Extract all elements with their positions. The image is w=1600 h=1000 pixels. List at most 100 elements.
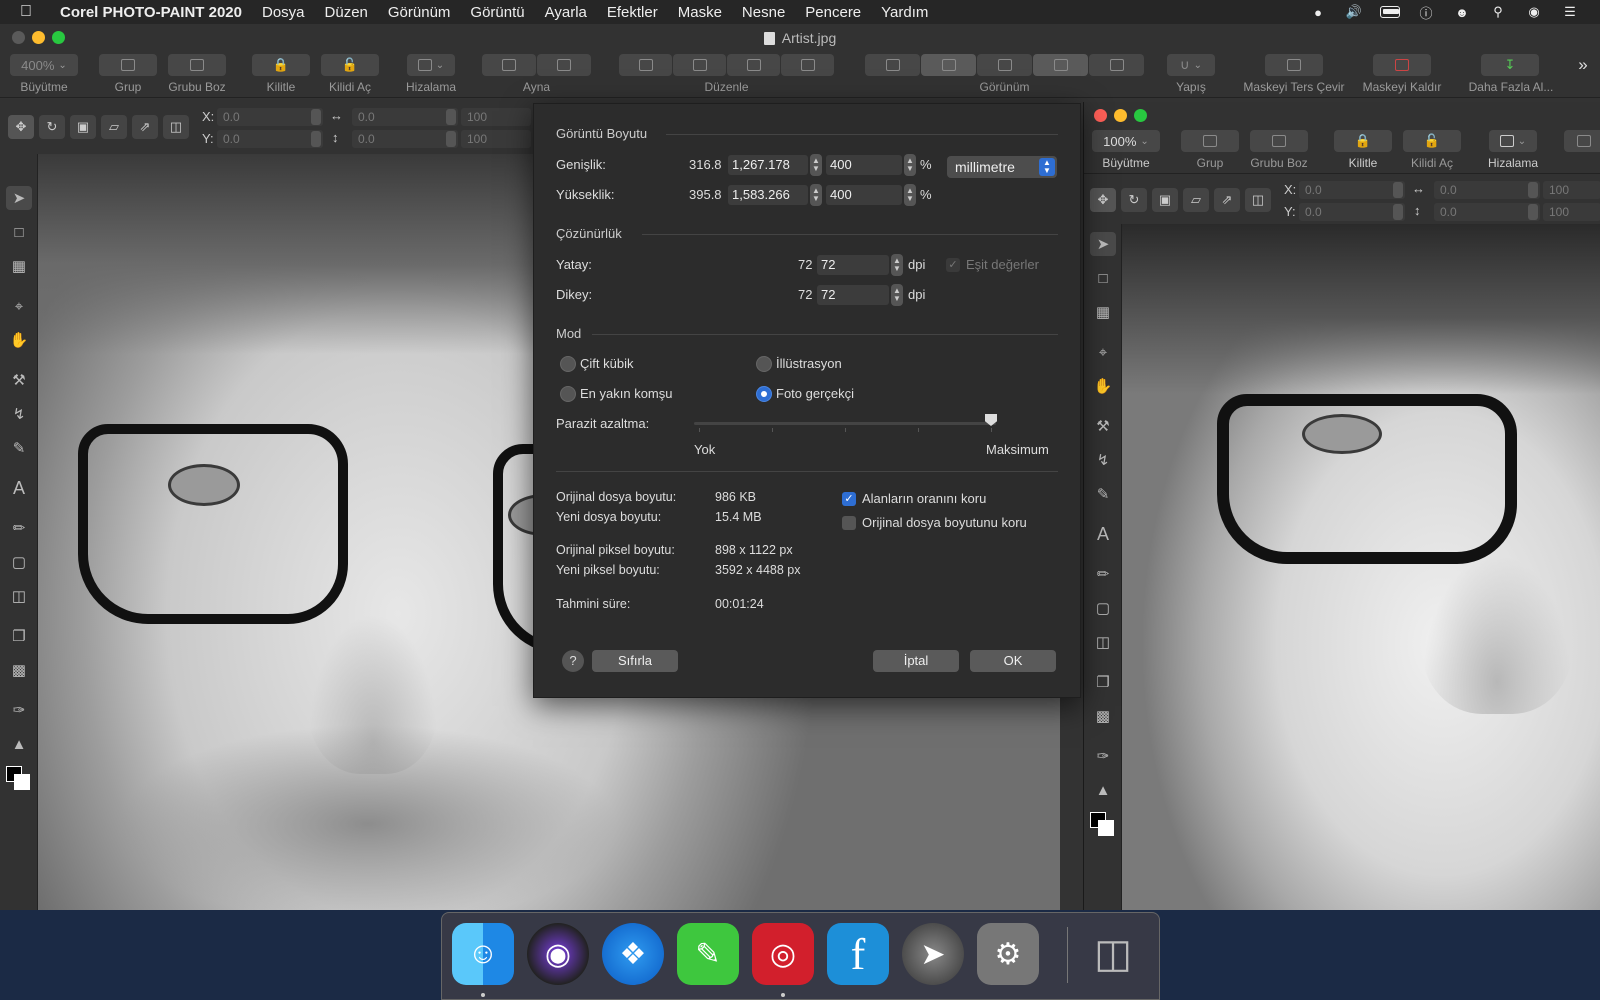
smear-tool[interactable]: ↯ bbox=[6, 402, 32, 426]
second-smear-tool[interactable]: ↯ bbox=[1090, 448, 1116, 472]
unit-select[interactable]: millimetre ▲ ▼ bbox=[947, 156, 1057, 178]
reset-button[interactable]: Sıfırla bbox=[592, 650, 678, 672]
lock-button[interactable]: 🔒 bbox=[252, 54, 310, 76]
arrange-forward-button[interactable] bbox=[673, 54, 726, 76]
second-eyedropper-tool[interactable]: ✑ bbox=[1090, 744, 1116, 768]
second-minimize-button[interactable] bbox=[1114, 109, 1127, 122]
notification-center-icon[interactable]: ☰ bbox=[1560, 4, 1580, 20]
toolbar-overflow-button[interactable]: » bbox=[1573, 54, 1593, 76]
unlock-button[interactable]: 🔓 bbox=[321, 54, 379, 76]
second-zoom-select[interactable]: 100% ⌄ bbox=[1092, 130, 1160, 152]
background-color-swatch[interactable] bbox=[14, 774, 30, 790]
vertical-dpi-stepper[interactable]: ▲ ▼ bbox=[891, 284, 903, 306]
volume-icon[interactable]: 🔊 bbox=[1344, 4, 1364, 20]
height-input[interactable]: 1,583.266 bbox=[728, 185, 808, 205]
second-width-stepper[interactable] bbox=[1528, 182, 1538, 198]
apple-menu-icon[interactable]:  bbox=[20, 3, 40, 21]
zoom-select[interactable]: 400% ⌄ bbox=[10, 54, 78, 76]
eraser-brush-tool[interactable]: ✎ bbox=[6, 436, 32, 460]
height-percent-field[interactable]: 100 bbox=[461, 130, 531, 148]
view-bounding-button[interactable] bbox=[1089, 54, 1144, 76]
height-percent-stepper[interactable]: ▲ ▼ bbox=[904, 184, 916, 206]
y-field[interactable]: 0.0 bbox=[217, 130, 323, 148]
menu-mask[interactable]: Maske bbox=[678, 4, 722, 21]
launchpad-icon[interactable]: ➤ bbox=[902, 923, 964, 985]
menu-file[interactable]: Dosya bbox=[262, 4, 305, 21]
scale-mode-button[interactable]: ▣ bbox=[70, 115, 96, 139]
y-stepper[interactable] bbox=[311, 131, 321, 147]
second-text-tool[interactable]: A bbox=[1090, 522, 1116, 546]
view-marquee-button[interactable] bbox=[1033, 54, 1088, 76]
second-pattern-tool[interactable]: ▩ bbox=[1090, 704, 1116, 728]
mode-bicubic-radio[interactable] bbox=[560, 356, 576, 372]
horizontal-dpi-stepper[interactable]: ▲ ▼ bbox=[891, 254, 903, 276]
second-maximize-button[interactable] bbox=[1134, 109, 1147, 122]
cancel-button[interactable]: İptal bbox=[873, 650, 959, 672]
shape-tool[interactable]: ▢ bbox=[6, 550, 32, 574]
second-shape-tool[interactable]: ▢ bbox=[1090, 596, 1116, 620]
second-distort-mode-button[interactable]: ⇗ bbox=[1214, 188, 1240, 212]
keep-orig-size-checkbox[interactable] bbox=[842, 516, 856, 530]
pattern-tool[interactable]: ▩ bbox=[6, 658, 32, 682]
width-percent-stepper[interactable]: ▲ ▼ bbox=[904, 154, 916, 176]
second-crop-tool[interactable]: ⌖ bbox=[1090, 340, 1116, 364]
help-button[interactable]: ? bbox=[562, 650, 584, 672]
second-brush-tool[interactable]: ✎ bbox=[1090, 482, 1116, 506]
height-stepper[interactable]: ▲ ▼ bbox=[810, 184, 822, 206]
equal-values-checkbox[interactable]: ✓ bbox=[946, 258, 960, 272]
eyedropper-tool[interactable]: ✑ bbox=[6, 698, 32, 722]
group-button[interactable] bbox=[99, 54, 157, 76]
view-rulers-button[interactable] bbox=[865, 54, 920, 76]
width-stepper[interactable] bbox=[446, 109, 456, 125]
paint-tool[interactable]: ✏ bbox=[6, 516, 32, 540]
second-lock-button[interactable]: 🔒 bbox=[1334, 130, 1392, 152]
arrange-backward-button[interactable] bbox=[727, 54, 780, 76]
photo-booth-icon[interactable]: ◎ bbox=[752, 923, 814, 985]
width-percent-field[interactable]: 100 bbox=[461, 108, 531, 126]
second-image-canvas[interactable] bbox=[1122, 224, 1600, 910]
height-field[interactable]: 0.0 bbox=[352, 130, 458, 148]
arrange-back-button[interactable] bbox=[781, 54, 834, 76]
pen-app-icon[interactable]: ✎ bbox=[677, 923, 739, 985]
text-tool[interactable]: A bbox=[6, 476, 32, 500]
second-align-select[interactable]: ⌄ bbox=[1489, 130, 1537, 152]
get-more-button[interactable]: ↧ bbox=[1481, 54, 1539, 76]
safari-icon[interactable]: ❖ bbox=[602, 923, 664, 985]
rotate-mode-button[interactable]: ↻ bbox=[39, 115, 65, 139]
wifi-icon[interactable]: ● bbox=[1308, 4, 1328, 20]
second-move-mode-button[interactable]: ✥ bbox=[1090, 188, 1116, 212]
horizontal-dpi-input[interactable]: 72 bbox=[817, 255, 889, 275]
move-mode-button[interactable]: ✥ bbox=[8, 115, 34, 139]
user-icon[interactable]: ☻ bbox=[1452, 4, 1472, 20]
second-unlock-button[interactable]: 🔓 bbox=[1403, 130, 1461, 152]
second-perspective-mode-button[interactable]: ◫ bbox=[1245, 188, 1271, 212]
second-height-percent-field[interactable]: 100 bbox=[1543, 203, 1600, 221]
fill-tool[interactable]: ▲ bbox=[6, 732, 32, 756]
pan-tool[interactable]: ✋ bbox=[6, 328, 32, 352]
menu-adjust[interactable]: Ayarla bbox=[545, 4, 587, 21]
second-eraser-tool[interactable]: ◫ bbox=[1090, 630, 1116, 654]
second-height-field[interactable]: 0.0 bbox=[1434, 203, 1540, 221]
second-mask-transform-tool[interactable]: ▦ bbox=[1090, 300, 1116, 324]
battery-icon[interactable] bbox=[1380, 4, 1400, 20]
second-skew-mode-button[interactable]: ▱ bbox=[1183, 188, 1209, 212]
finder-icon[interactable]: ☺ bbox=[452, 923, 514, 985]
mirror-horizontal-button[interactable] bbox=[482, 54, 536, 76]
second-paint-tool[interactable]: ✏ bbox=[1090, 562, 1116, 586]
width-percent-input[interactable]: 400 bbox=[826, 155, 902, 175]
menu-edit[interactable]: Düzen bbox=[325, 4, 368, 21]
second-width-percent-field[interactable]: 100 bbox=[1543, 181, 1600, 199]
crop-tool[interactable]: ⌖ bbox=[6, 294, 32, 318]
width-stepper[interactable]: ▲ ▼ bbox=[810, 154, 822, 176]
skew-mode-button[interactable]: ▱ bbox=[101, 115, 127, 139]
second-height-stepper[interactable] bbox=[1528, 204, 1538, 220]
height-stepper[interactable] bbox=[446, 131, 456, 147]
eraser-tool[interactable]: ◫ bbox=[6, 584, 32, 608]
mode-photo-radio[interactable] bbox=[756, 386, 772, 402]
width-input[interactable]: 1,267.178 bbox=[728, 155, 808, 175]
info-icon[interactable]: ⓘ bbox=[1416, 4, 1436, 21]
system-preferences-icon[interactable]: ⚙ bbox=[977, 923, 1039, 985]
app-menu[interactable]: Corel PHOTO-PAINT 2020 bbox=[60, 4, 242, 21]
noise-reduction-slider[interactable] bbox=[694, 422, 996, 425]
second-width-field[interactable]: 0.0 bbox=[1434, 181, 1540, 199]
